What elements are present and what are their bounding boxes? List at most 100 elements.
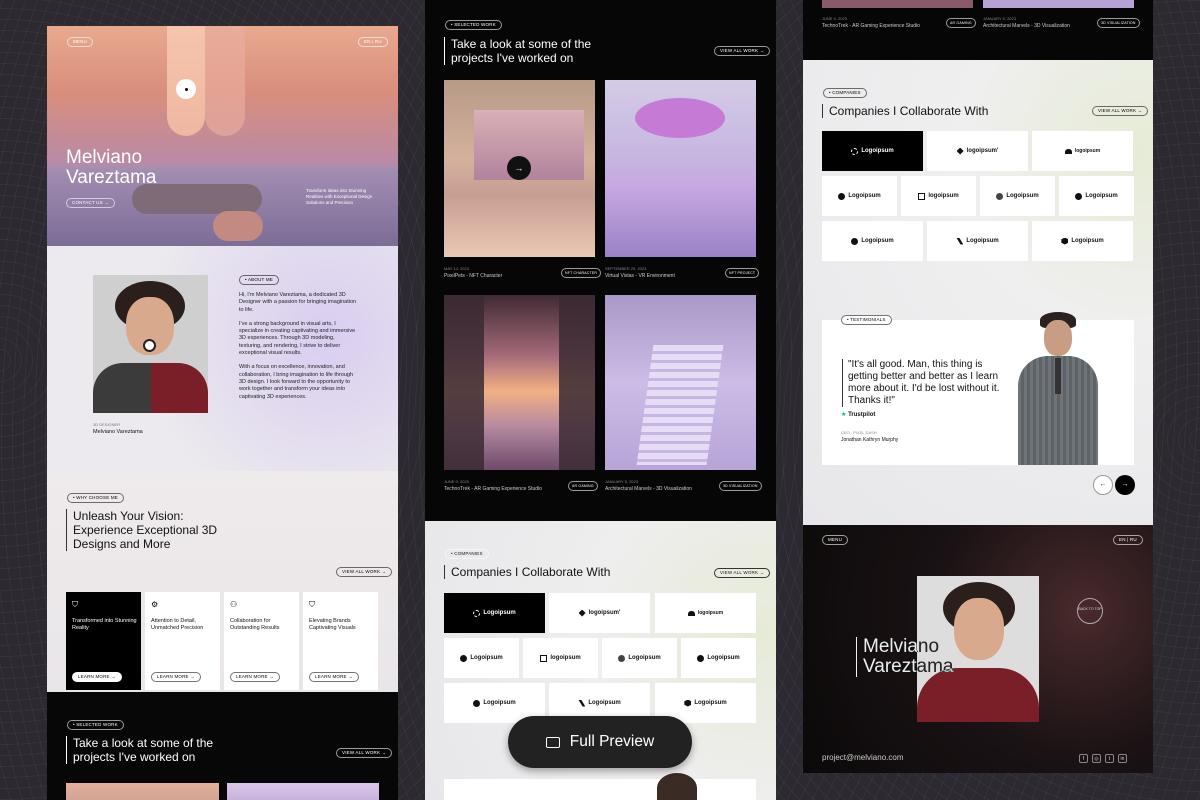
portrait-play-button[interactable]	[143, 339, 156, 352]
project-play-button[interactable]: →	[507, 156, 531, 180]
testimonial-card-peek	[444, 779, 756, 800]
learn-more-button[interactable]: LEARN MORE →	[230, 672, 280, 682]
play-button[interactable]	[176, 79, 196, 99]
monitor-icon	[545, 736, 560, 748]
portrait-shirt-left	[93, 363, 151, 413]
company-logo-2[interactable]: logoipsum'	[927, 131, 1028, 171]
menu-button[interactable]: MENU	[67, 37, 94, 47]
company-logo-7[interactable]: Logoipsum	[681, 638, 756, 678]
project-thumb-2[interactable]	[227, 783, 379, 800]
project-thumb-1[interactable]	[66, 783, 219, 800]
instagram-icon[interactable]: ◎	[1092, 754, 1101, 763]
hero-couch	[132, 184, 262, 214]
logo-mark-icon	[473, 699, 481, 707]
project-card-4-caption: JANUARY 5, 2023 Architectural Marvels - …	[605, 479, 692, 492]
project-thumb-3[interactable]	[822, 0, 973, 8]
project-card-1-image[interactable]: →	[444, 80, 595, 257]
company-logo-3[interactable]: logoipsum	[1032, 131, 1133, 171]
service-card-1[interactable]: ⛉ Transformed into Stunning Reality LEAR…	[66, 592, 141, 690]
testimonial-author: Jonathan Kathryn Murphy	[841, 437, 899, 443]
about-text: Hi, I'm Melviano Vareztama, a dedicated …	[239, 292, 357, 401]
company-logo-1[interactable]: Logoipsum	[822, 131, 923, 171]
companies-heading: Companies I Collaborate With	[444, 565, 644, 579]
facebook-icon[interactable]: f	[1079, 754, 1088, 763]
service-card-4[interactable]: ⛉ Elevating Brands Captivating Visuals L…	[303, 592, 378, 690]
service-text: Elevating Brands Captivating Visuals	[309, 618, 356, 631]
twitter-icon[interactable]: t	[1105, 754, 1114, 763]
view-all-work-button[interactable]: VIEW ALL WORK →	[714, 46, 771, 56]
hero-tagline: Transform Ideas into Stunning Realities …	[306, 188, 373, 205]
about-tag: • ABOUT ME	[239, 275, 279, 285]
menu-button[interactable]: MENU	[822, 535, 849, 545]
hero-name: Melviano Vareztama	[66, 147, 157, 188]
full-preview-button[interactable]: Full Preview	[508, 716, 692, 768]
company-logo-4[interactable]: Logoipsum	[822, 176, 897, 216]
testimonial-prev-button[interactable]: ←	[1093, 475, 1113, 495]
project-card-3-tag: AR GAMING	[568, 481, 598, 491]
company-logo-8[interactable]: Logoipsum	[822, 221, 923, 261]
company-logo-9[interactable]: Logoipsum	[927, 221, 1028, 261]
contact-button[interactable]: CONTACT US →	[66, 198, 115, 208]
testimonial-card: • TESTIMONIALS "It's all good. Man, this…	[822, 312, 1134, 465]
project-rock-arch	[444, 295, 484, 470]
project-tag-3: AR GAMING	[946, 18, 976, 28]
hero-pouf	[213, 211, 263, 241]
company-logo-4[interactable]: Logoipsum	[444, 638, 519, 678]
learn-more-button[interactable]: LEARN MORE →	[151, 672, 201, 682]
company-logo-6[interactable]: Logoipsum	[602, 638, 677, 678]
person-face	[1044, 320, 1072, 356]
logo-mark-icon	[618, 654, 626, 662]
company-logo-7[interactable]: Logoipsum	[1059, 176, 1134, 216]
people-icon: ⚇	[230, 600, 238, 609]
project-card-4-image[interactable]	[605, 295, 756, 470]
learn-more-button[interactable]: LEARN MORE →	[309, 672, 359, 682]
footer-email[interactable]: project@melviano.com	[822, 753, 903, 762]
back-to-top-badge[interactable]: BACK TO TOP	[1077, 598, 1103, 624]
learn-more-button[interactable]: LEARN MORE →	[72, 672, 122, 682]
company-logo-6[interactable]: Logoipsum	[980, 176, 1055, 216]
company-logo-5[interactable]: logoipsum	[901, 176, 976, 216]
about-paragraph-1: Hi, I'm Melviano Vareztama, a dedicated …	[239, 292, 357, 313]
companies-tag: • COMPANIES	[823, 88, 867, 98]
project-rock-arch-right	[559, 295, 595, 470]
project-card-3-image[interactable]	[444, 295, 595, 470]
logo-mark-icon	[1075, 192, 1083, 200]
column-3: JUNE 9, 2023 TechnoTrek - AR Gaming Expe…	[803, 0, 1153, 773]
service-text: Collaboration for Outstanding Results	[230, 618, 280, 631]
company-logo-3[interactable]: logoipsum	[655, 593, 756, 633]
company-logo-5[interactable]: logoipsum	[523, 638, 598, 678]
logo-mark-icon	[1061, 237, 1069, 245]
companies-view-all[interactable]: VIEW ALL WORK →	[1092, 106, 1149, 116]
project-card-4-tag: 3D VISUALIZATION	[719, 481, 762, 491]
linkedin-icon[interactable]: in	[1118, 754, 1127, 763]
footer-name: Melviano Vareztama	[856, 637, 976, 677]
companies-heading: Companies I Collaborate With	[822, 104, 1022, 118]
service-card-2[interactable]: ⚙ Attention to Detail, Unmatched Precisi…	[145, 592, 220, 690]
project-stairs	[636, 345, 724, 465]
why-tag: • WHY CHOOSE ME	[67, 493, 124, 503]
testimonial-quote: "It's all good. Man, this thing is getti…	[842, 359, 1002, 407]
selected-work-view-all[interactable]: VIEW ALL WORK →	[336, 748, 393, 758]
project-tag-4: 3D VISUALIZATION	[1097, 18, 1140, 28]
language-switch[interactable]: EN | RU	[358, 37, 388, 47]
logo-mark-icon	[578, 609, 586, 617]
companies-view-all[interactable]: VIEW ALL WORK →	[714, 568, 771, 578]
testimonial-next-button[interactable]: →	[1115, 475, 1135, 495]
why-view-all-button[interactable]: VIEW ALL WORK →	[336, 567, 393, 577]
company-logo-10[interactable]: Logoipsum	[1032, 221, 1133, 261]
language-switch[interactable]: EN | RU	[1113, 535, 1143, 545]
portrait-name: Melviano Vareztama	[93, 429, 143, 435]
logo-mark-icon	[578, 699, 586, 707]
project-thumb-4[interactable]	[983, 0, 1134, 8]
shield-check-icon: ⛉	[309, 600, 315, 609]
project-card-2-tag: NFT PROJECT	[725, 268, 760, 278]
project-caption-3: JUNE 9, 2023 TechnoTrek - AR Gaming Expe…	[822, 16, 920, 29]
company-logo-2[interactable]: logoipsum'	[549, 593, 650, 633]
companies-section: • COMPANIES Companies I Collaborate With…	[803, 60, 1153, 525]
project-card-2-image[interactable]	[605, 80, 756, 257]
column-1: MENU EN | RU Melviano Vareztama Transfor…	[47, 26, 398, 800]
selected-work-section: • SELECTED WORK Take a look at some of t…	[47, 692, 398, 800]
company-logo-1[interactable]: Logoipsum	[444, 593, 545, 633]
portrait-role: 3D DESIGNER	[93, 422, 121, 427]
service-card-3[interactable]: ⚇ Collaboration for Outstanding Results …	[224, 592, 299, 690]
